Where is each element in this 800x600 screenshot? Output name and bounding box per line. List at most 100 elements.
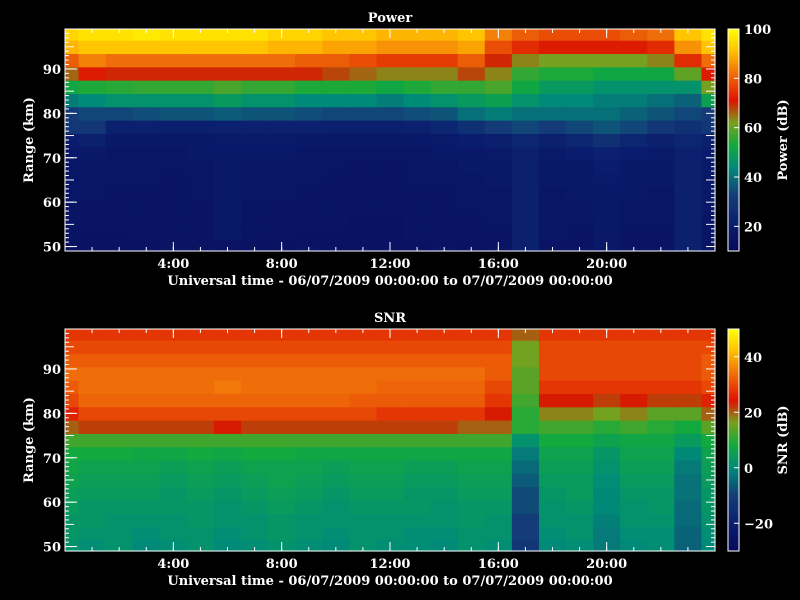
heatmap-cell	[241, 146, 269, 161]
heatmap-cell	[593, 93, 621, 108]
heatmap-cell	[376, 353, 405, 368]
heatmap-cell	[268, 473, 296, 488]
heatmap-cell	[241, 459, 269, 474]
heatmap-cell	[105, 459, 134, 474]
heatmap-cell	[105, 380, 134, 394]
heatmap-cell	[593, 526, 621, 541]
heatmap-cell	[322, 133, 350, 148]
heatmap-cell	[430, 526, 459, 541]
heatmap-cell	[241, 499, 269, 514]
heatmap-cell	[78, 53, 107, 68]
heatmap-cell	[186, 226, 215, 241]
heatmap-cell	[484, 486, 513, 501]
heatmap-cell	[349, 446, 378, 461]
heatmap-cell	[511, 66, 540, 81]
heatmap-cell	[322, 173, 350, 188]
heatmap-cell	[538, 433, 567, 448]
heatmap-cell	[295, 340, 323, 355]
heatmap-cell	[159, 473, 188, 488]
y-tick-label: 50	[43, 541, 61, 556]
heatmap-cell	[78, 159, 107, 174]
heatmap-cell	[268, 213, 296, 228]
heatmap-cell	[186, 406, 215, 421]
heatmap-cell	[457, 433, 486, 448]
heatmap-cell	[268, 380, 296, 394]
heatmap-cell	[647, 159, 675, 174]
heatmap-cell	[213, 433, 242, 448]
heatmap-cell	[484, 420, 513, 434]
heatmap-cell	[268, 499, 296, 514]
heatmap-cell	[349, 513, 378, 528]
heatmap-cell	[322, 93, 350, 108]
heatmap-cell	[349, 106, 378, 121]
heatmap-cell	[78, 526, 107, 541]
heatmap-cell	[430, 433, 459, 448]
heatmap-cell	[268, 80, 296, 94]
heatmap-cell	[593, 146, 621, 161]
y-tick-label: 80	[43, 107, 61, 122]
heatmap-cell	[620, 499, 648, 514]
heatmap-cell	[159, 420, 188, 434]
heatmap-cell	[295, 486, 323, 501]
heatmap-cell	[593, 406, 621, 421]
heatmap-cell	[593, 53, 621, 68]
heatmap-cell	[105, 213, 134, 228]
heatmap-cell	[647, 446, 675, 461]
heatmap-cell	[566, 433, 594, 448]
heatmap-cell	[403, 40, 432, 55]
heatmap-cell	[322, 380, 350, 394]
heatmap-cell	[295, 353, 323, 368]
heatmap-cell	[78, 133, 107, 148]
heatmap-cell	[511, 366, 540, 381]
heatmap-cell	[620, 213, 648, 228]
heatmap-cell	[349, 120, 378, 134]
heatmap-cell	[268, 133, 296, 148]
heatmap-cell	[132, 186, 161, 201]
heatmap-cell	[349, 159, 378, 174]
heatmap-cell	[457, 80, 486, 94]
heatmap-cell	[403, 513, 432, 528]
heatmap-cell	[241, 473, 269, 488]
heatmap-cell	[78, 406, 107, 421]
heatmap-cell	[620, 420, 648, 434]
heatmap-cell	[511, 526, 540, 541]
heatmap-cell	[511, 499, 540, 514]
heatmap-cell	[322, 406, 350, 421]
heatmap-cell	[295, 459, 323, 474]
heatmap-cell	[295, 53, 323, 68]
heatmap-cell	[213, 526, 242, 541]
colorbar-tick-label: 20	[744, 406, 762, 421]
heatmap-cell	[403, 213, 432, 228]
heatmap-cell	[647, 393, 675, 408]
heatmap-cell	[484, 366, 513, 381]
heatmap-cell	[322, 353, 350, 368]
heatmap-cell	[186, 499, 215, 514]
heatmap-cell	[78, 433, 107, 448]
heatmap-cell	[159, 80, 188, 94]
heatmap-cell	[105, 420, 134, 434]
x-tick-label: 8:00	[266, 557, 298, 572]
x-tick-label: 12:00	[370, 557, 411, 572]
heatmap-cell	[403, 173, 432, 188]
heatmap-cell	[159, 459, 188, 474]
heatmap-cell	[213, 393, 242, 408]
heatmap-cell	[457, 186, 486, 201]
heatmap-cell	[105, 526, 134, 541]
heatmap-cell	[430, 133, 459, 148]
heatmap-cell	[403, 486, 432, 501]
heatmap-cell	[349, 526, 378, 541]
heatmap-cell	[566, 446, 594, 461]
heatmap-cell	[376, 340, 405, 355]
heatmap-cell	[186, 433, 215, 448]
heatmap-cell	[674, 186, 703, 201]
heatmap-cell	[620, 380, 648, 394]
heatmap-cell	[403, 199, 432, 214]
heatmap-cell	[186, 133, 215, 148]
heatmap-cell	[78, 213, 107, 228]
heatmap-cell	[132, 499, 161, 514]
heatmap-cell	[484, 433, 513, 448]
heatmap-cell	[295, 213, 323, 228]
heatmap-cell	[213, 226, 242, 241]
heatmap-cell	[484, 146, 513, 161]
heatmap-cell	[457, 393, 486, 408]
